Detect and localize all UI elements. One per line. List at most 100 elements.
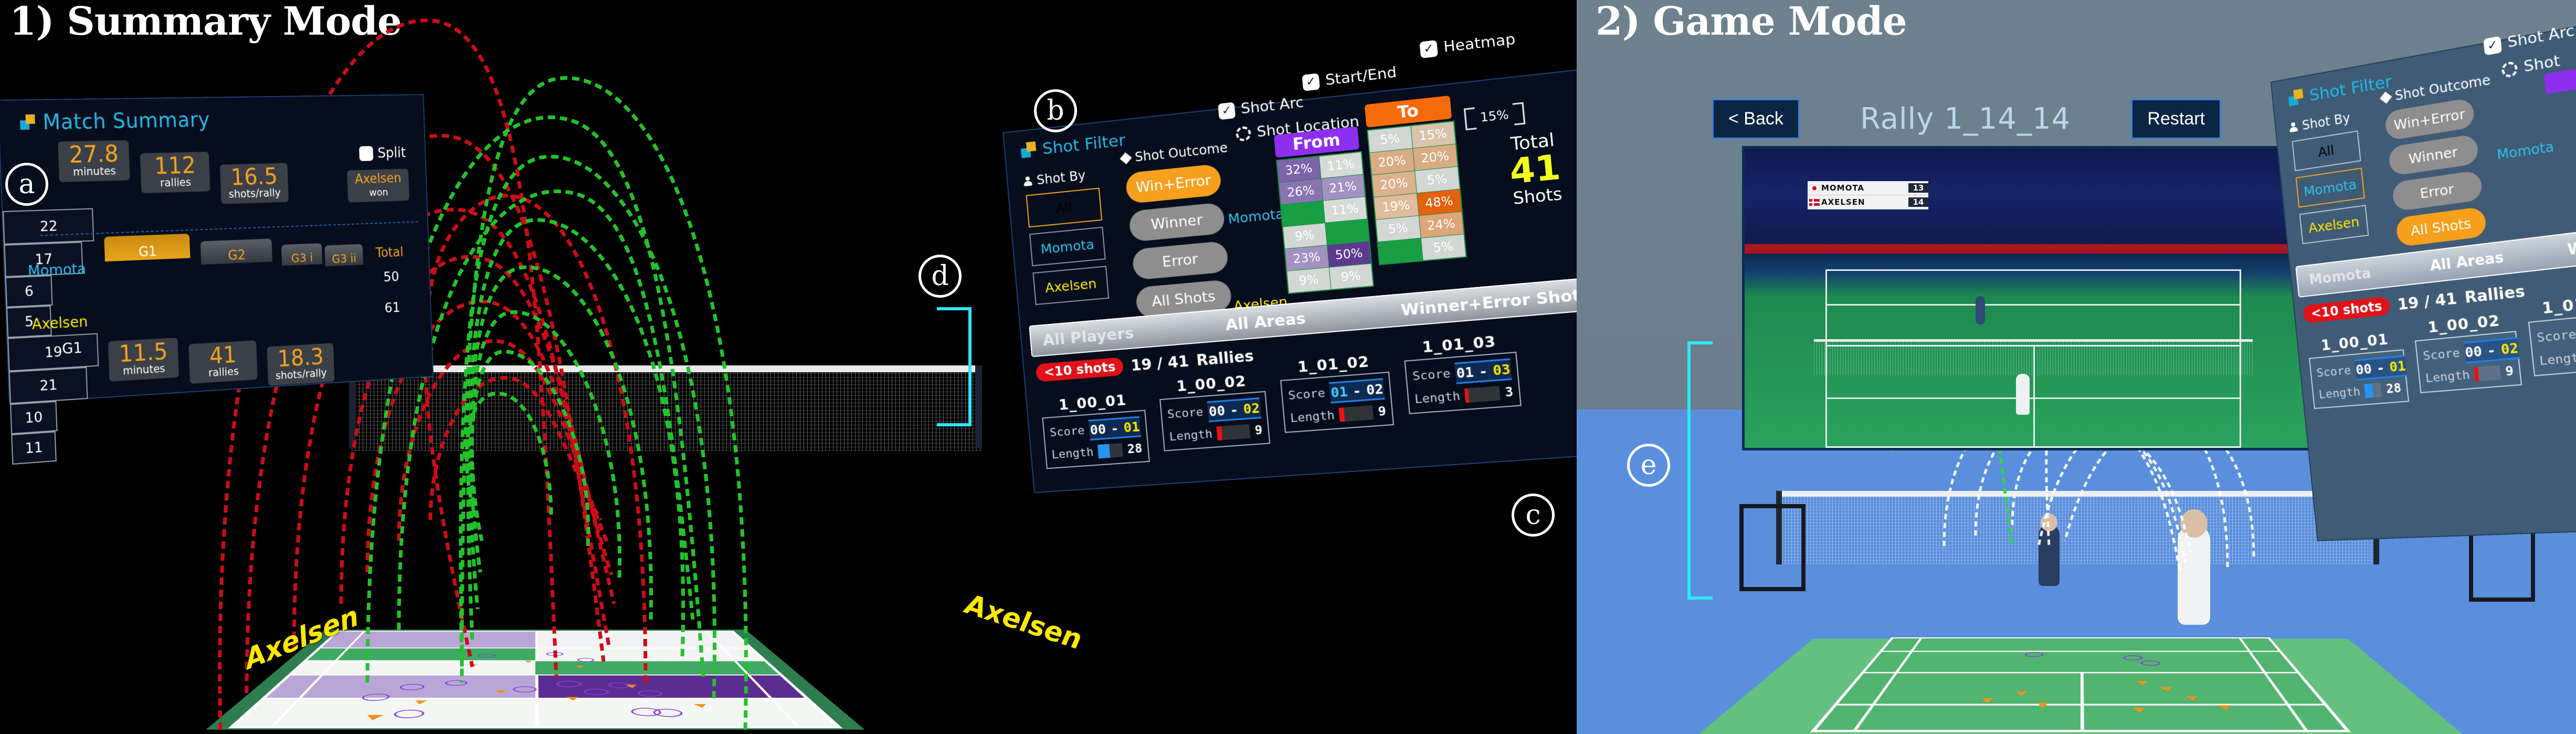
shot-by-option-all[interactable]: All — [1026, 187, 1103, 228]
shot-start-marker — [2185, 696, 2200, 701]
toggle-shot-arc[interactable]: ✓ Shot Arc — [1218, 94, 1304, 120]
start-end-label: Start/End — [1324, 64, 1398, 89]
gm-shot-by-option-axelsen[interactable]: Axelsen — [2299, 205, 2369, 245]
toggle-start-end[interactable]: ✓ Start/End — [1302, 64, 1397, 91]
shot-end-marker — [2123, 655, 2144, 660]
score-b: 02 — [2500, 340, 2519, 358]
game-tab-g1[interactable]: G1 — [104, 233, 191, 262]
shot-outcome-winner[interactable]: Winner — [1128, 202, 1226, 243]
gm-shot-by-option-momota[interactable]: Momota — [2295, 167, 2365, 208]
heatmap-to-grid[interactable]: 5% 15% 20% 20% 20% 5% 19% 48% 5% 24% 5% — [1366, 120, 1467, 266]
rallies-word: Rallies — [1195, 347, 1254, 369]
heatmap-cell: 11% — [1319, 152, 1363, 179]
gm-rallies-filter-badge[interactable]: <10 shots — [2302, 296, 2391, 324]
game-tab-g3i[interactable]: G3 i — [281, 243, 323, 266]
heatmap-cell: 9% — [1329, 264, 1373, 289]
rally-card[interactable]: 1_00_02 Score 00 - 02 Length 9 — [1158, 372, 1271, 452]
rally-length-bar — [2474, 365, 2501, 382]
score-a: 00 — [1089, 421, 1107, 438]
winner-sub: won — [369, 186, 388, 198]
rally-card-list: 1_00_01 Score 00 - 01 Length 28 1_00_02 … — [1040, 333, 1524, 469]
segbar-players: All Players — [1042, 323, 1135, 350]
video-court-area — [1745, 254, 2322, 448]
heatmap-cell: 20% — [1412, 144, 1458, 171]
shot-end-marker — [556, 680, 582, 687]
stat-value: 27.8 — [68, 141, 119, 169]
game-tab-g2[interactable]: G2 — [200, 238, 272, 265]
heatmap-cell: 48% — [1417, 189, 1462, 216]
shot-by-option-axelsen[interactable]: Axelsen — [1032, 266, 1110, 306]
gm-shot-outcome-label-row: Shot Outcome — [2380, 72, 2491, 106]
heatmap-cell: 9% — [1283, 223, 1327, 249]
figure-marker-a: a — [5, 163, 48, 206]
rallies-filter-badge[interactable]: <10 shots — [1035, 357, 1124, 382]
score-b: 02 — [1242, 400, 1261, 417]
diamond-icon — [2380, 91, 2392, 104]
shot-outcome-win-error[interactable]: Win+Error — [1125, 163, 1222, 204]
gm-segbar-players: Momota — [2308, 265, 2372, 289]
bracket-left-icon — [1463, 107, 1477, 131]
rally-length-label: Length — [2424, 368, 2471, 385]
match-video-player[interactable]: MOMOTA 13 AXELSEN 14 — [1742, 146, 2325, 450]
rally-length-bar — [1217, 424, 1251, 441]
stat-label: rallies — [208, 365, 239, 379]
score-sep: - — [2486, 342, 2497, 359]
bracket-right-icon — [1512, 102, 1526, 125]
gm-shot-outcome-winner[interactable]: Winner — [2388, 133, 2479, 176]
match-winner-box: Axelsen won — [347, 169, 409, 203]
video-player-near — [2016, 374, 2030, 415]
rally-card[interactable]: 1_00_02 Score 00 - 02 Length 9 — [2413, 311, 2522, 393]
stat-value: 112 — [154, 152, 196, 180]
score-a: 00 — [2355, 361, 2373, 378]
heatmap-cell — [1378, 238, 1422, 264]
marker-d-leader-line — [937, 307, 972, 426]
heatmap-checkbox-icon[interactable]: ✓ — [1419, 39, 1438, 58]
scorebug-score: 13 — [1908, 183, 1928, 193]
back-button[interactable]: < Back — [1712, 99, 1800, 139]
figure-marker-d: d — [919, 255, 962, 298]
start-end-checkbox-icon[interactable]: ✓ — [1302, 72, 1321, 91]
score-cell: 6 — [5, 275, 53, 308]
rally-length-bar — [2364, 383, 2382, 399]
gm-shot-outcome-all-shots[interactable]: All Shots — [2395, 206, 2487, 247]
gm-shot-by-option-all[interactable]: All — [2292, 130, 2361, 172]
rally-card[interactable]: 1_01_02 Score 01 - 02 Length 9 — [2526, 290, 2576, 376]
toggle-heatmap[interactable]: ✓ Heatmap — [1419, 30, 1516, 58]
heatmap-cell: 21% — [1321, 174, 1365, 201]
shot-filter-title: Shot Filter — [1041, 130, 1126, 159]
rally-length-label: Length — [1168, 427, 1213, 444]
shot-by-label-row: Shot By — [1023, 168, 1086, 189]
panel-divider — [39, 221, 418, 236]
shot-arc-checkbox-icon[interactable]: ✓ — [2483, 35, 2503, 56]
score-sep: - — [2376, 360, 2385, 376]
shot-by-option-momota[interactable]: Momota — [1029, 226, 1106, 267]
game-mode-toolbar: < Back Rally 1_14_14 Restart — [1712, 99, 2221, 139]
total-axelsen: 61 — [384, 300, 400, 316]
restart-button[interactable]: Restart — [2131, 99, 2221, 139]
rally-card[interactable]: 1_01_03 Score 01 - 03 Length 3 — [1402, 332, 1522, 414]
rally-card[interactable]: 1_01_02 Score 01 - 02 Length 9 — [1279, 352, 1395, 433]
figure-marker-b: b — [1034, 89, 1077, 132]
heatmap-cell — [1281, 201, 1325, 227]
score-b: 01 — [1123, 418, 1141, 436]
summary-mode-title: 1) Summary Mode — [9, 0, 402, 44]
split-toggle[interactable]: Split — [358, 144, 406, 162]
shot-outcome-error[interactable]: Error — [1132, 240, 1229, 280]
gm-shot-outcome-win-error[interactable]: Win+Error — [2384, 97, 2476, 141]
game-tab-g3ii[interactable]: G3 ii — [324, 244, 364, 267]
shot-location-radio-icon[interactable] — [2501, 60, 2518, 79]
shot-location-radio-icon[interactable] — [1235, 125, 1252, 142]
rally-card[interactable]: 1_00_01 Score 00 - 01 Length 28 — [2307, 330, 2410, 410]
player-head-near — [2180, 509, 2208, 538]
split-checkbox-icon[interactable] — [358, 145, 374, 161]
rally-score-label: Score — [2422, 346, 2461, 363]
rally-score-label: Score — [1287, 386, 1326, 403]
shot-filter-header: Shot Filter — [1020, 131, 1126, 161]
heatmap-from-grid[interactable]: 32% 11% 26% 21% 11% 9% 23% 50% 9% 9% — [1276, 151, 1375, 295]
gm-shot-filter-title: Shot Filter — [2308, 71, 2393, 106]
rally-length-bar — [1097, 443, 1124, 459]
rally-card[interactable]: 1_00_01 Score 00 - 01 Length 28 — [1040, 391, 1150, 469]
shot-arc-checkbox-icon[interactable]: ✓ — [1218, 101, 1236, 120]
game-stat-rallies: 41 rallies — [188, 340, 258, 384]
gm-shot-outcome-error[interactable]: Error — [2391, 170, 2484, 212]
